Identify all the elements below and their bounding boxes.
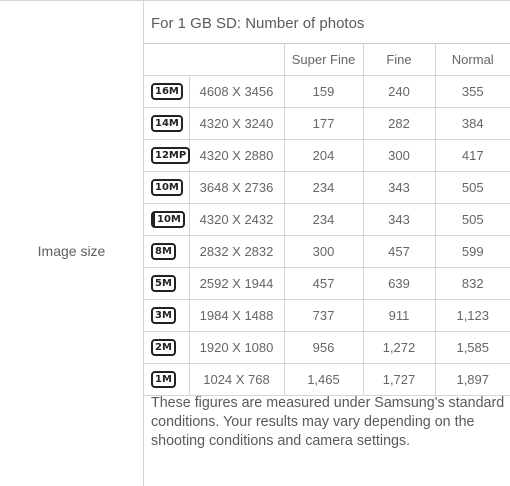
8m-size-icon: 8M xyxy=(151,243,176,261)
super-fine-cell: 204 xyxy=(283,139,363,172)
fine-cell: 240 xyxy=(362,75,435,108)
3m-size-icon: 3M xyxy=(151,307,176,325)
16m-size-icon: 16M xyxy=(151,83,183,101)
fine-cell: 457 xyxy=(362,235,435,268)
header-super-fine: Super Fine xyxy=(283,44,363,76)
size-icon-cell: 14M xyxy=(143,107,189,140)
super-fine-cell: 234 xyxy=(283,203,363,236)
fine-cell: 282 xyxy=(362,107,435,140)
size-icon-cell: 5M xyxy=(143,267,189,300)
normal-cell: 1,123 xyxy=(434,299,510,332)
table-header-row: Super Fine Fine Normal xyxy=(143,44,510,76)
header-resolution xyxy=(189,44,284,76)
table-row: 5M 2592 X 1944 457 639 832 xyxy=(143,267,510,300)
table-row: 3M 1984 X 1488 737 911 1,123 xyxy=(143,299,510,332)
size-icon-cell: 8M xyxy=(143,235,189,268)
size-icon-cell: 12MP xyxy=(143,139,191,172)
size-icon-cell: 1M xyxy=(143,363,189,396)
table-row: 16M 4608 X 3456 159 240 355 xyxy=(143,75,510,108)
normal-cell: 832 xyxy=(434,267,510,300)
resolution-cell: 3648 X 2736 xyxy=(188,171,284,204)
12mp-size-icon: 12MP xyxy=(151,147,191,165)
normal-cell: 355 xyxy=(434,75,510,108)
resolution-cell: 1984 X 1488 xyxy=(188,299,284,332)
resolution-cell: 2832 X 2832 xyxy=(188,235,284,268)
normal-cell: 1,897 xyxy=(434,363,510,396)
resolution-cell: 4320 X 2880 xyxy=(188,139,284,172)
resolution-cell: 2592 X 1944 xyxy=(188,267,284,300)
normal-cell: 599 xyxy=(434,235,510,268)
table-row: 12MP 4320 X 2880 204 300 417 xyxy=(143,139,510,172)
table-row: 8M 2832 X 2832 300 457 599 xyxy=(143,235,510,268)
resolution-cell: 1024 X 768 xyxy=(188,363,284,396)
fine-cell: 1,272 xyxy=(362,331,435,364)
resolution-cell: 4320 X 3240 xyxy=(188,107,284,140)
super-fine-cell: 159 xyxy=(283,75,363,108)
resolution-cell: 4320 X 2432 xyxy=(188,203,284,236)
10m-size-icon: 10M xyxy=(151,179,183,197)
table-row: 10M 4320 X 2432 234 343 505 xyxy=(143,203,510,236)
table-row: 10M 3648 X 2736 234 343 505 xyxy=(143,171,510,204)
size-icon-cell: 3M xyxy=(143,299,189,332)
size-icon-cell: 2M xyxy=(143,331,189,364)
fine-cell: 911 xyxy=(362,299,435,332)
table-heading: For 1 GB SD: Number of photos xyxy=(151,15,365,32)
size-icon-cell: 16M xyxy=(143,75,189,108)
normal-cell: 505 xyxy=(434,203,510,236)
normal-cell: 505 xyxy=(434,171,510,204)
2m-size-icon: 2M xyxy=(151,339,176,357)
super-fine-cell: 457 xyxy=(283,267,363,300)
normal-cell: 384 xyxy=(434,107,510,140)
1m-size-icon: 1M xyxy=(151,371,176,389)
fine-cell: 343 xyxy=(362,171,435,204)
table-row: 1M 1024 X 768 1,465 1,727 1,897 xyxy=(143,363,510,396)
size-icon-cell: 10M xyxy=(143,171,189,204)
5m-size-icon: 5M xyxy=(151,275,176,293)
super-fine-cell: 1,465 xyxy=(283,363,363,396)
super-fine-cell: 737 xyxy=(283,299,363,332)
10m-wide-size-icon: 10M xyxy=(151,211,185,229)
table-row: 14M 4320 X 3240 177 282 384 xyxy=(143,107,510,140)
table-row: 2M 1920 X 1080 956 1,272 1,585 xyxy=(143,331,510,364)
header-blank xyxy=(143,44,189,76)
size-icon-cell: 10M xyxy=(143,203,189,236)
resolution-cell: 1920 X 1080 xyxy=(188,331,284,364)
fine-cell: 1,727 xyxy=(362,363,435,396)
super-fine-cell: 234 xyxy=(283,171,363,204)
normal-cell: 1,585 xyxy=(434,331,510,364)
fine-cell: 343 xyxy=(362,203,435,236)
14m-size-icon: 14M xyxy=(151,115,183,133)
header-normal: Normal xyxy=(434,44,510,76)
image-size-label: Image size xyxy=(37,243,106,259)
footnote: These figures are measured under Samsung… xyxy=(151,395,505,449)
fine-cell: 639 xyxy=(362,267,435,300)
normal-cell: 417 xyxy=(434,139,510,172)
fine-cell: 300 xyxy=(362,139,435,172)
super-fine-cell: 956 xyxy=(283,331,363,364)
super-fine-cell: 300 xyxy=(283,235,363,268)
super-fine-cell: 177 xyxy=(283,107,363,140)
top-rule xyxy=(0,0,510,1)
resolution-cell: 4608 X 3456 xyxy=(188,75,284,108)
header-fine: Fine xyxy=(362,44,435,76)
photo-count-table: Super Fine Fine Normal 16M 4608 X 3456 159… xyxy=(143,44,510,396)
